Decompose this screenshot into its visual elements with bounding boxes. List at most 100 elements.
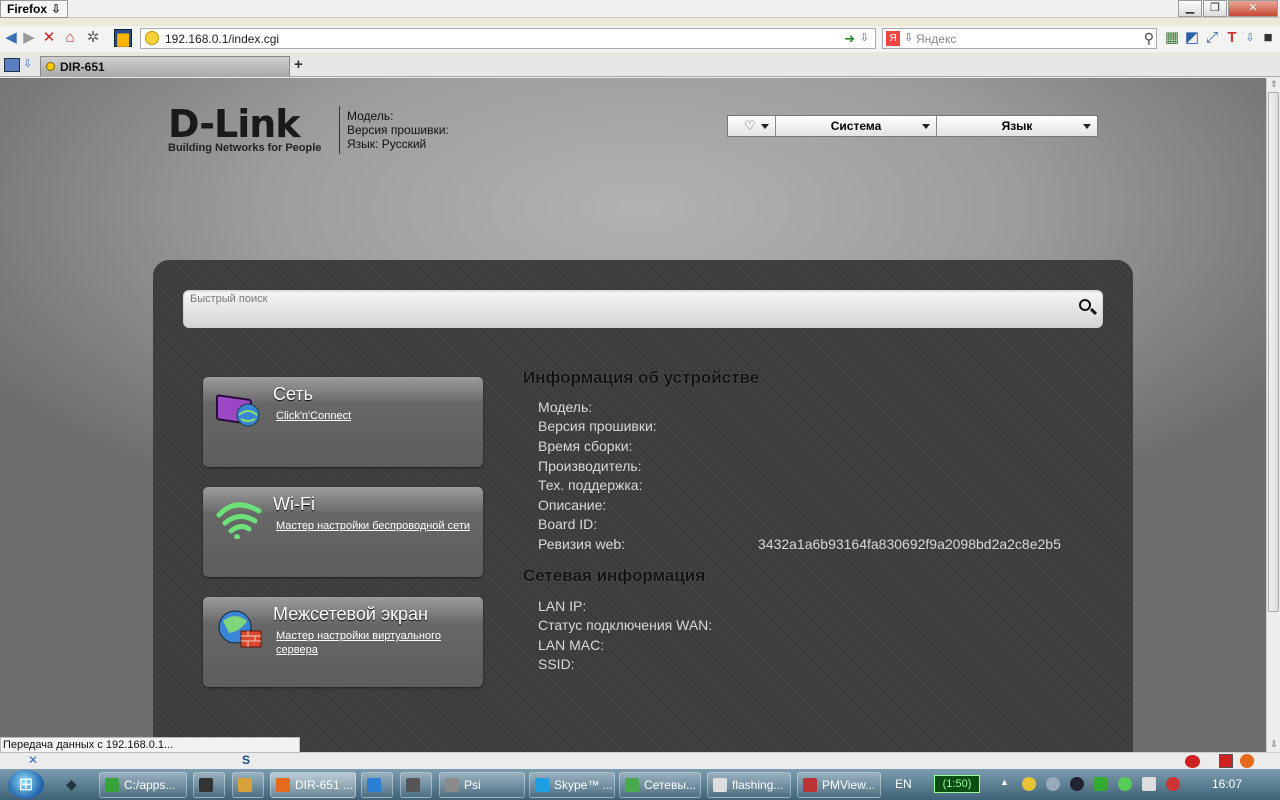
card-network[interactable]: Сеть Click'n'Connect	[203, 377, 483, 467]
language-menu-label: Язык	[1001, 119, 1033, 133]
quicklaunch-icon[interactable]: ◆	[66, 776, 86, 792]
taskbar-item[interactable]	[400, 772, 432, 798]
download-arrow-icon[interactable]: ⇩	[1241, 29, 1259, 47]
tray-volume-muted-icon[interactable]	[1166, 777, 1180, 791]
info-label: Ревизия web:	[538, 536, 626, 552]
scroll-up-icon[interactable]: ⇧	[1268, 79, 1280, 91]
forward-icon[interactable]: ▶	[20, 29, 38, 47]
taskbar-item[interactable]: Psi	[439, 772, 525, 798]
start-button[interactable]: ⊞	[8, 770, 44, 799]
app-icon	[238, 778, 252, 792]
close-addon-bar-icon[interactable]: ✕	[28, 753, 38, 767]
text-tool-icon[interactable]: T	[1223, 29, 1241, 47]
addon-box-icon[interactable]: ■	[1259, 29, 1277, 47]
search-bar[interactable]: Я ⇩ Яндекс ⚲	[882, 28, 1157, 49]
taskbar-item[interactable]	[193, 772, 225, 798]
window-titlebar: Firefox ⇩ ▁ ❐ ✕	[0, 0, 1280, 18]
new-tab-button[interactable]: +	[294, 56, 303, 73]
addon-window-icon[interactable]: ◩	[1183, 29, 1201, 47]
network-icon	[216, 394, 260, 427]
addon-grid-icon[interactable]: ▦	[1163, 29, 1181, 47]
language-menu[interactable]: Язык	[937, 116, 1097, 136]
app-icon	[535, 778, 549, 792]
home-icon[interactable]: ⌂	[61, 29, 79, 47]
quick-search-placeholder: Быстрый поиск	[190, 293, 268, 305]
tab-bar: ⇩ DIR-651 +	[0, 55, 1280, 77]
app-icon	[625, 778, 639, 792]
search-icon[interactable]: ⚲	[1144, 30, 1154, 47]
card-network-title: Сеть	[273, 384, 314, 404]
scroll-thumb[interactable]	[1268, 92, 1279, 612]
chevron-down-icon	[922, 124, 930, 129]
battery-indicator[interactable]: (1:50)	[934, 775, 980, 793]
addon-bar: ✕ S	[0, 752, 1280, 769]
language-indicator[interactable]: EN	[895, 777, 912, 791]
header-firmware-label: Версия прошивки:	[347, 123, 449, 137]
stop-icon[interactable]: ✕	[40, 29, 58, 47]
tray-expand-icon[interactable]: ▲	[1000, 777, 1014, 791]
info-label: Описание:	[538, 497, 607, 513]
close-window-button[interactable]: ✕	[1228, 0, 1278, 17]
card-firewall-link[interactable]: Мастер настройки виртуального сервера	[276, 629, 471, 657]
card-network-link[interactable]: Click'n'Connect	[276, 409, 471, 423]
recorder-icon[interactable]	[1219, 754, 1233, 768]
taskbar-item[interactable]: Сетевы...	[619, 772, 701, 798]
fullscreen-icon[interactable]: ⤢	[1203, 29, 1221, 47]
tray-arrow-icon[interactable]	[1118, 777, 1132, 791]
taskbar-clock[interactable]: 16:07	[1212, 777, 1242, 791]
go-icon[interactable]: ➜	[844, 31, 855, 47]
tray-network-icon[interactable]	[1046, 777, 1060, 791]
taskbar-item[interactable]: DIR-651 ...	[270, 772, 356, 798]
tips-menu[interactable]: ♡	[728, 116, 776, 136]
engine-dropdown-icon[interactable]: ⇩	[904, 31, 913, 44]
scroll-down-icon[interactable]: ⇩	[1268, 739, 1280, 751]
adblock-icon[interactable]	[1185, 755, 1200, 768]
taskbar-item-label: PMView...	[822, 778, 876, 792]
taskbar-item-label: Skype™ ...	[554, 778, 613, 792]
tray-star-icon[interactable]	[1022, 777, 1036, 791]
firefox-icon[interactable]	[1240, 754, 1254, 768]
windows-taskbar: ⊞ ◆ C:/apps... DIR-651 ... Psi Skype™ ... Се…	[0, 769, 1280, 800]
taskbar-item[interactable]: Skype™ ...	[529, 772, 615, 798]
app-icon	[276, 778, 290, 792]
sync-icon[interactable]: ✲	[84, 29, 102, 47]
yandex-engine-icon[interactable]: Я	[886, 31, 900, 46]
taskbar-item[interactable]: PMView...	[797, 772, 881, 798]
tab-list-arrow-icon[interactable]: ⇩	[23, 57, 32, 70]
app-icon	[105, 778, 119, 792]
app-icon	[367, 778, 381, 792]
dlink-logo[interactable]: D-Link Building Networks for People	[168, 104, 321, 154]
tray-cpu-icon[interactable]	[1094, 777, 1108, 791]
taskbar-item[interactable]	[361, 772, 393, 798]
logo-tagline: Building Networks for People	[168, 142, 322, 154]
system-menu[interactable]: Система	[776, 116, 937, 136]
firewall-icon	[218, 610, 262, 648]
tray-disk-icon[interactable]	[1070, 777, 1084, 791]
firefox-menu-button[interactable]: Firefox ⇩	[0, 0, 69, 18]
tray-signal-icon[interactable]	[1142, 777, 1156, 791]
quick-search-input[interactable]: Быстрый поиск	[183, 290, 1103, 328]
top-menu: ♡ Система Язык	[727, 115, 1098, 137]
page-scrollbar[interactable]: ⇧ ⇩	[1266, 78, 1280, 752]
card-wifi[interactable]: Wi-Fi Мастер настройки беспроводной сети	[203, 487, 483, 577]
minimize-button[interactable]: ▁	[1178, 0, 1202, 17]
taskbar-item[interactable]: C:/apps...	[99, 772, 187, 798]
search-placeholder: Яндекс	[916, 32, 957, 46]
card-wifi-link[interactable]: Мастер настройки беспроводной сети	[276, 519, 471, 533]
site-favicon-icon	[145, 31, 159, 45]
info-label: Board ID:	[538, 516, 598, 532]
taskbar-item[interactable]	[232, 772, 264, 798]
tab-dir-651[interactable]: DIR-651	[40, 56, 290, 77]
search-icon[interactable]	[1079, 299, 1091, 311]
card-firewall[interactable]: Межсетевой экран Мастер настройки виртуа…	[203, 597, 483, 687]
back-icon[interactable]: ◀	[2, 29, 20, 47]
taskbar-item[interactable]: flashing...	[707, 772, 791, 798]
maximize-button[interactable]: ❐	[1203, 0, 1227, 17]
app-icon	[713, 778, 727, 792]
dropdown-arrow-icon[interactable]: ⇩	[860, 31, 869, 44]
stats-icon[interactable]: ▆	[114, 29, 132, 47]
url-bar[interactable]: 192.168.0.1/index.cgi ➜ ⇩	[140, 28, 876, 49]
tab-list-icon[interactable]	[4, 58, 20, 72]
skype-addon-icon[interactable]: S	[242, 753, 250, 767]
chevron-down-icon	[1083, 124, 1091, 129]
